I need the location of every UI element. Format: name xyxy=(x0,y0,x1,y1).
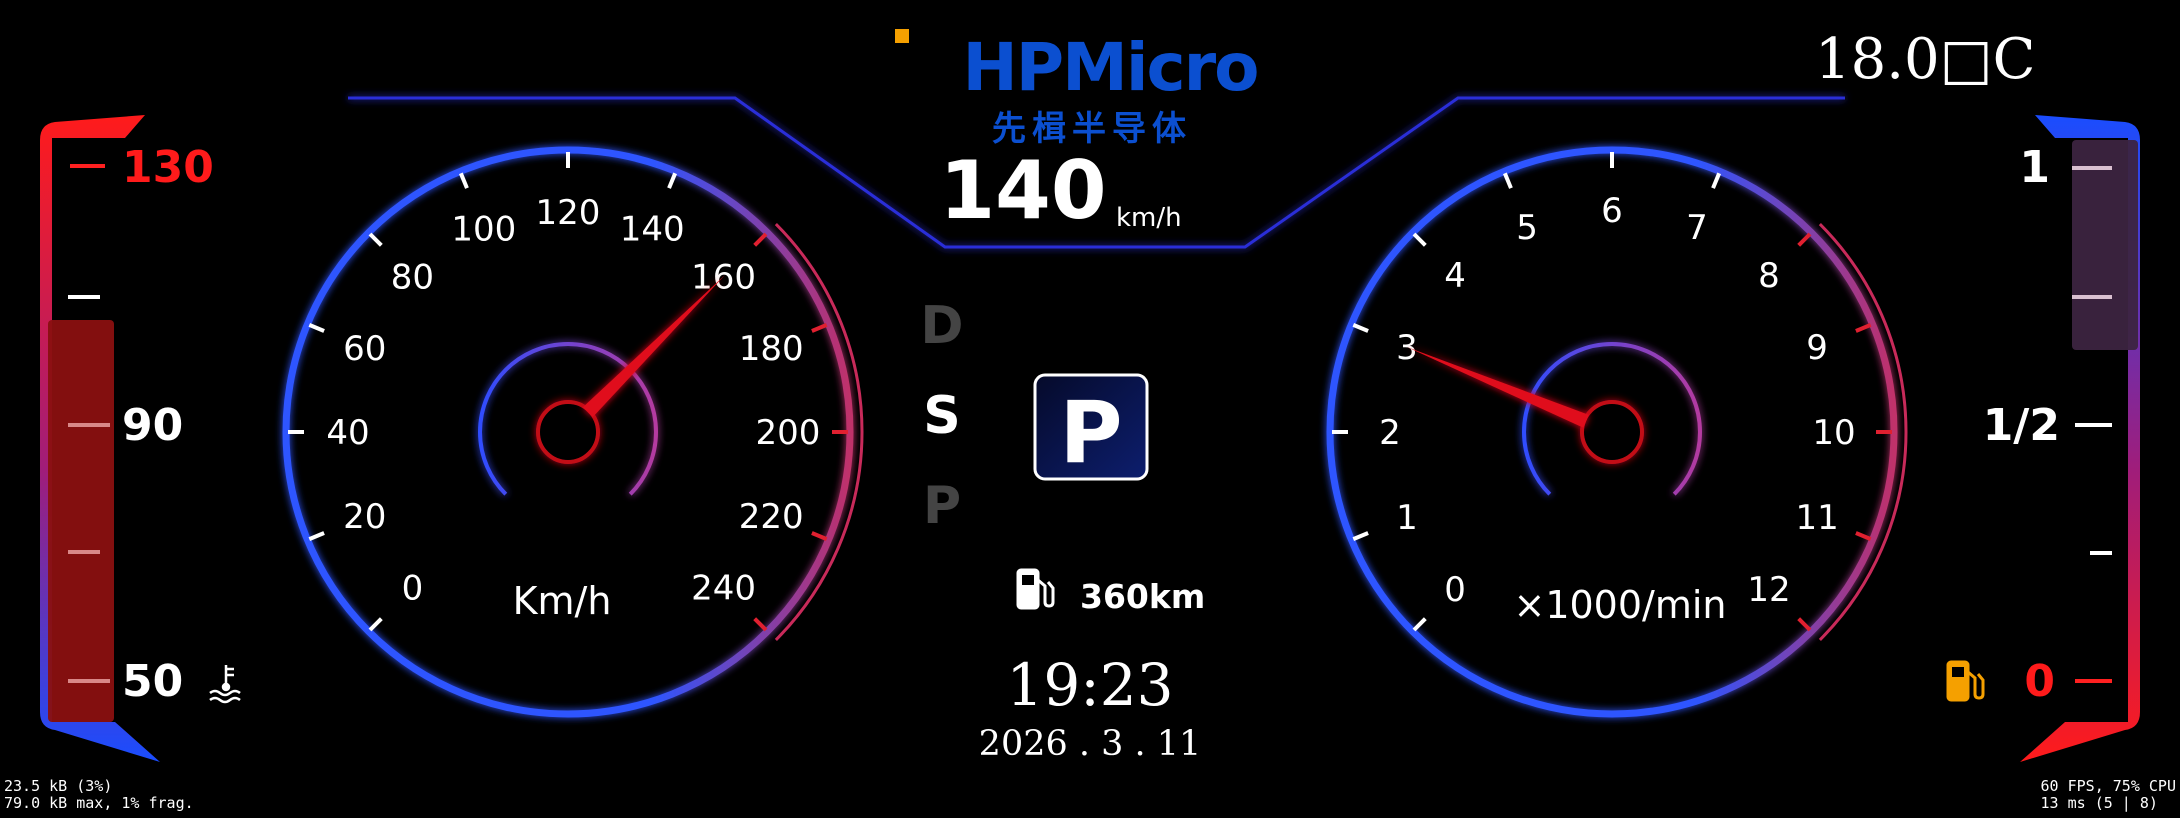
brand-name: HPMicro xyxy=(963,29,1258,106)
tachometer-tick-label: 4 xyxy=(1444,256,1466,296)
tachometer-tick-label: 6 xyxy=(1601,191,1623,231)
gear-d: D xyxy=(920,296,963,356)
speedometer-tick xyxy=(368,617,383,632)
memory-line-1: 23.5 kB (3%) xyxy=(4,777,113,795)
range-value: 360km xyxy=(1080,577,1205,616)
tachometer-tick xyxy=(1797,617,1812,632)
coolant-gauge: 130 90 50 xyxy=(40,115,241,762)
tachometer-tick-label: 2 xyxy=(1379,413,1401,453)
speedometer-tick-label: 0 xyxy=(402,569,424,609)
tachometer-tick-label: 3 xyxy=(1396,328,1418,368)
fuel-pump-icon xyxy=(1016,568,1055,610)
tachometer-tick xyxy=(1412,232,1427,247)
fuel-label-top: 1 xyxy=(2019,142,2050,193)
coolant-temperature-icon xyxy=(209,665,241,704)
speedometer-tick-label: 140 xyxy=(620,210,685,250)
fuel-label-bottom: 0 xyxy=(2024,656,2055,707)
tachometer-unit: ×1000/min xyxy=(1513,583,1726,627)
coolant-label-mid: 90 xyxy=(122,400,183,451)
speedometer-tick-label: 200 xyxy=(756,413,821,453)
speedometer-gauge: 0 20 40 6080 100 120 140160 180 200 220 240 xyxy=(282,146,864,718)
speedometer-tick-label: 20 xyxy=(343,497,386,537)
speedometer-tick-label: 40 xyxy=(326,413,369,453)
speedometer-tick-label: 100 xyxy=(451,210,516,250)
gear-p: P xyxy=(923,476,961,536)
performance-line-2: 13 ms (5 | 8) xyxy=(2040,794,2158,812)
fuel-range: 360km xyxy=(1016,568,1205,616)
coolant-label-top: 130 xyxy=(122,142,214,193)
speed-unit: km/h xyxy=(1116,203,1182,233)
tachometer-tick-label: 11 xyxy=(1795,498,1838,538)
speedometer-tick-label: 120 xyxy=(536,193,601,233)
tachometer-tick xyxy=(1352,323,1369,333)
speedometer-tick-label: 220 xyxy=(739,497,804,537)
tachometer-gauge: 012345 6 789101112 xyxy=(1326,146,1908,718)
brand-subtitle: 先楫半导体 xyxy=(992,109,1192,149)
tachometer-tick xyxy=(1352,531,1369,541)
fuel-label-mid: 1/2 xyxy=(1983,400,2060,451)
speedometer-tick-label: 160 xyxy=(691,257,756,297)
speedometer-tick xyxy=(753,232,768,247)
tachometer-tick-label: 9 xyxy=(1806,328,1828,368)
gear-s: S xyxy=(923,386,960,446)
memory-line-2: 79.0 kB max, 1% frag. xyxy=(4,794,194,812)
performance-stats: 60 FPS, 75% CPU 13 ms (5 | 8) xyxy=(2041,778,2176,812)
tachometer-tick xyxy=(1412,617,1427,632)
fuel-pump-icon-side xyxy=(1946,660,1985,702)
tachometer-tick xyxy=(1711,172,1721,189)
tachometer-tick-label: 7 xyxy=(1686,208,1708,248)
clock-time: 19:23 xyxy=(1006,651,1173,719)
speedometer-tick xyxy=(368,232,383,247)
coolant-label-bottom: 50 xyxy=(122,656,183,707)
performance-line-1: 60 FPS, 75% CPU xyxy=(2040,777,2176,795)
brand-logo: HPMicro 先楫半导体 xyxy=(895,29,1259,149)
speedometer-tick xyxy=(753,617,768,632)
fuel-level-fill xyxy=(2072,140,2138,350)
tachometer-tick-label: 5 xyxy=(1516,208,1538,248)
speedometer-tick-label: 240 xyxy=(691,569,756,609)
tachometer-tick xyxy=(1855,323,1872,333)
tachometer-tick-label: 10 xyxy=(1812,413,1855,453)
logo-square xyxy=(895,29,909,43)
speedometer-tick xyxy=(308,531,325,541)
speedometer-tick-label: 60 xyxy=(343,329,386,369)
speedometer-tick xyxy=(811,323,828,333)
speedometer-unit: Km/h xyxy=(513,579,612,623)
speedometer-tick-label: 80 xyxy=(391,257,434,297)
tachometer-center-cap xyxy=(1580,400,1644,464)
tachometer-tick-label: 1 xyxy=(1396,498,1418,538)
memory-stats: 23.5 kB (3%) 79.0 kB max, 1% frag. xyxy=(4,778,194,812)
tachometer-tick-label: 0 xyxy=(1444,570,1466,610)
instrument-cluster: HPMicro 先楫半导体 18.0□C 140 km/h D S P P 36… xyxy=(40,27,2140,764)
speedometer-tick xyxy=(811,531,828,541)
speedometer-tick xyxy=(308,323,325,333)
speedometer-tick xyxy=(459,172,469,189)
speed-value: 140 xyxy=(940,144,1107,237)
clock-date: 2026 . 3 . 11 xyxy=(979,724,1202,764)
coolant-level-fill xyxy=(48,320,114,722)
tachometer-tick xyxy=(1503,172,1513,189)
fuel-gauge: 1 1/2 0 xyxy=(1946,115,2140,762)
speedometer-tick xyxy=(667,172,677,189)
tachometer-tick-label: 8 xyxy=(1758,256,1780,296)
speedometer-needle xyxy=(582,275,725,418)
speedometer-tick-label: 180 xyxy=(739,329,804,369)
tachometer-tick xyxy=(1797,232,1812,247)
park-letter: P xyxy=(1059,383,1122,483)
tachometer-tick xyxy=(1855,531,1872,541)
outside-temperature: 18.0□C xyxy=(1815,27,2035,92)
park-indicator: P xyxy=(1033,373,1149,483)
tachometer-tick-label: 12 xyxy=(1747,570,1790,610)
